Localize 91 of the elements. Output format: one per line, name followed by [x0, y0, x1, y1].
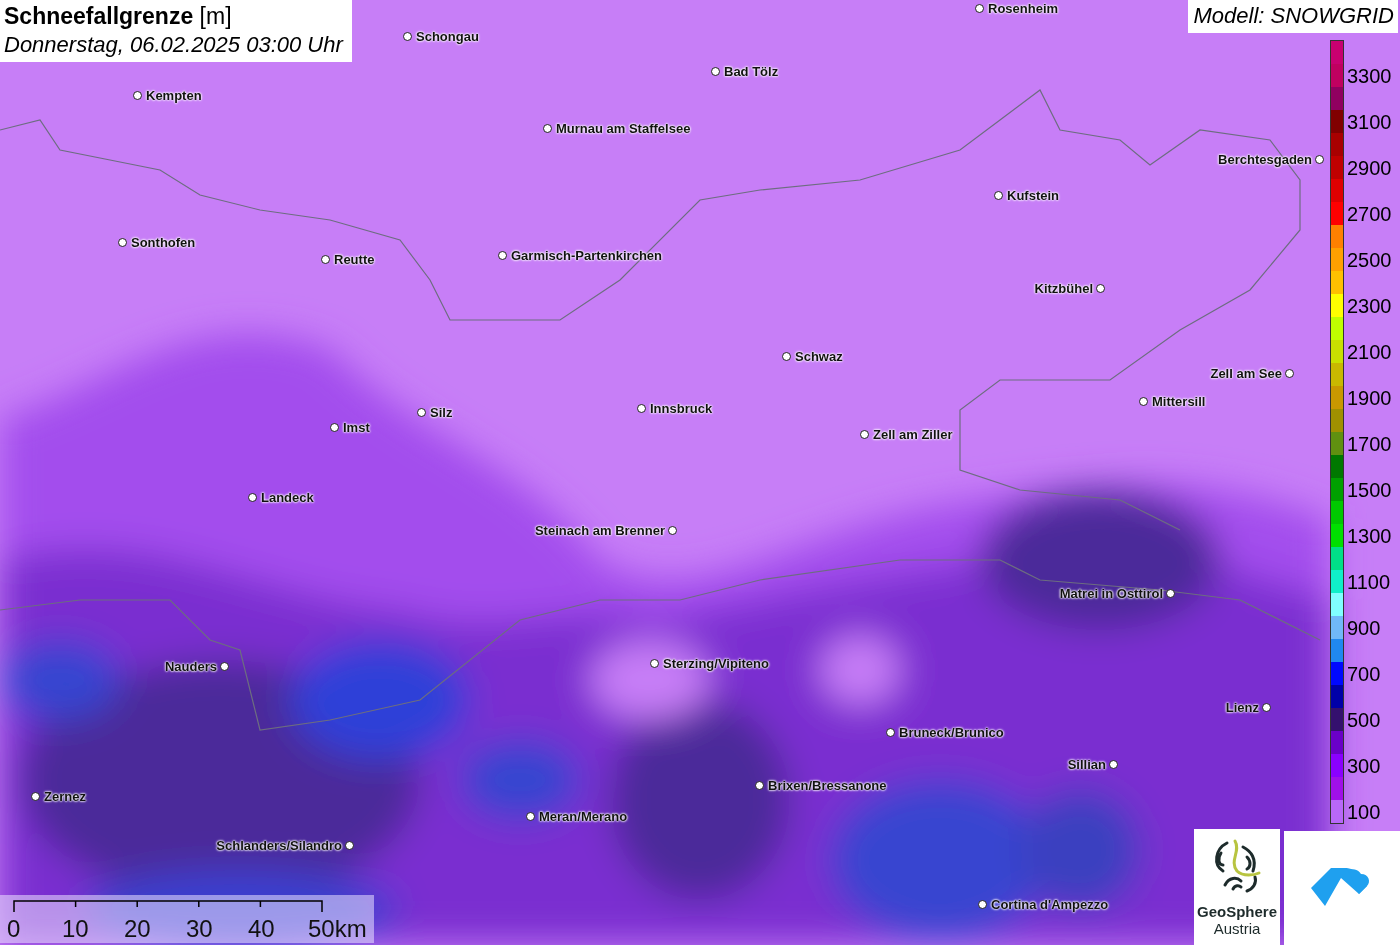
- city-marker-icon: [1262, 703, 1271, 712]
- scale-label: 20: [124, 915, 151, 943]
- city-label: Matrei in Osttirol: [1059, 586, 1163, 601]
- scale-label: 30: [186, 915, 213, 943]
- scale-label: 50km: [308, 915, 367, 943]
- scale-ruler-icon: [13, 899, 323, 913]
- city-label: Zell am Ziller: [873, 427, 953, 442]
- city-label: Murnau am Staffelsee: [556, 121, 691, 136]
- city-label: Zell am See: [1210, 366, 1282, 381]
- city-label: Schwaz: [795, 349, 843, 364]
- city-label: Mittersill: [1152, 394, 1206, 409]
- colorbar-label: 1900: [1347, 386, 1392, 409]
- scale-label: 40: [248, 915, 275, 943]
- city-marker-icon: [975, 4, 984, 13]
- city-marker-icon: [133, 91, 142, 100]
- city-label: Berchtesgaden: [1218, 152, 1312, 167]
- city-marker-icon: [417, 408, 426, 417]
- city-marker-icon: [637, 404, 646, 413]
- city-marker-icon: [403, 32, 412, 41]
- colorbar-label: 500: [1347, 708, 1381, 731]
- city-marker-icon: [526, 812, 535, 821]
- city-marker-icon: [330, 423, 339, 432]
- city-marker-icon: [1109, 760, 1118, 769]
- colorbar-label: 1300: [1347, 524, 1392, 547]
- city-label: Imst: [343, 420, 370, 435]
- colorbar-label: 700: [1347, 662, 1381, 685]
- city-marker-icon: [31, 792, 40, 801]
- city-marker-icon: [1285, 369, 1294, 378]
- city-label: Schongau: [416, 29, 479, 44]
- city-label: Silz: [430, 405, 453, 420]
- city-marker-icon: [1166, 589, 1175, 598]
- colorbar-label: 3100: [1347, 110, 1392, 133]
- colorbar-label: 2100: [1347, 340, 1392, 363]
- scale-label: 0: [7, 915, 21, 943]
- city-label: Garmisch-Partenkirchen: [511, 248, 662, 263]
- city-marker-icon: [1096, 284, 1105, 293]
- logo-subtext: Austria: [1213, 920, 1261, 937]
- forecast-date: Donnerstag, 06.02.2025 03:00 Uhr: [4, 31, 343, 58]
- logo-text: GeoSphere: [1197, 903, 1277, 920]
- city-marker-icon: [886, 728, 895, 737]
- colorbar-label: 1100: [1347, 570, 1390, 593]
- city-label: Kitzbühel: [1034, 281, 1093, 296]
- colorbar-label: 100: [1347, 800, 1381, 823]
- model-label: Modell: SNOWGRID: [1187, 0, 1398, 33]
- city-marker-icon: [711, 67, 720, 76]
- colorbar-label: 2900: [1347, 156, 1392, 179]
- city-label: Bad Tölz: [724, 64, 779, 79]
- city-marker-icon: [994, 191, 1003, 200]
- city-label: Lienz: [1225, 700, 1259, 715]
- city-label: Schlanders/Silandro: [216, 838, 342, 853]
- city-marker-icon: [650, 659, 659, 668]
- city-label: Cortina d'Ampezzo: [991, 897, 1109, 912]
- city-label: Sonthofen: [131, 235, 196, 250]
- colorbar-label: 1700: [1347, 432, 1392, 455]
- city-marker-icon: [668, 526, 677, 535]
- city-marker-icon: [220, 662, 229, 671]
- city-marker-icon: [543, 124, 552, 133]
- city-label: Brixen/Bressanone: [768, 778, 887, 793]
- city-marker-icon: [1139, 397, 1148, 406]
- city-marker-icon: [782, 352, 791, 361]
- colorbar-label: 3300: [1347, 64, 1392, 87]
- city-marker-icon: [321, 255, 330, 264]
- city-marker-icon: [498, 251, 507, 260]
- city-label: Sterzing/Vipiteno: [663, 656, 769, 671]
- city-label: Rosenheim: [988, 1, 1059, 16]
- map-title: Schneefallgrenze [m]: [4, 2, 233, 31]
- city-label: Kempten: [146, 88, 202, 103]
- city-label: Innsbruck: [650, 401, 713, 416]
- city-marker-icon: [118, 238, 127, 247]
- colorbar-label: 2700: [1347, 202, 1392, 225]
- city-label: Nauders: [164, 659, 217, 674]
- city-marker-icon: [860, 430, 869, 439]
- city-label: Bruneck/Brunico: [899, 725, 1004, 740]
- city-label: Kufstein: [1007, 188, 1059, 203]
- city-marker-icon: [755, 781, 764, 790]
- colorbar-label: 900: [1347, 616, 1381, 639]
- scale-label: 10: [62, 915, 89, 943]
- city-marker-icon: [978, 900, 987, 909]
- city-marker-icon: [1315, 155, 1324, 164]
- colorbar-label: 300: [1347, 754, 1381, 777]
- colorbar-label: 1500: [1347, 478, 1392, 501]
- city-label: Reutte: [334, 252, 375, 267]
- colorbar-label: 2500: [1347, 248, 1392, 271]
- city-marker-icon: [248, 493, 257, 502]
- city-label: Meran/Merano: [539, 809, 628, 824]
- city-label: Zernez: [44, 789, 86, 804]
- city-label: Landeck: [261, 490, 314, 505]
- city-marker-icon: [345, 841, 354, 850]
- colorbar-label: 2300: [1347, 294, 1392, 317]
- city-label: Sillian: [1067, 757, 1106, 772]
- city-label: Steinach am Brenner: [534, 523, 665, 538]
